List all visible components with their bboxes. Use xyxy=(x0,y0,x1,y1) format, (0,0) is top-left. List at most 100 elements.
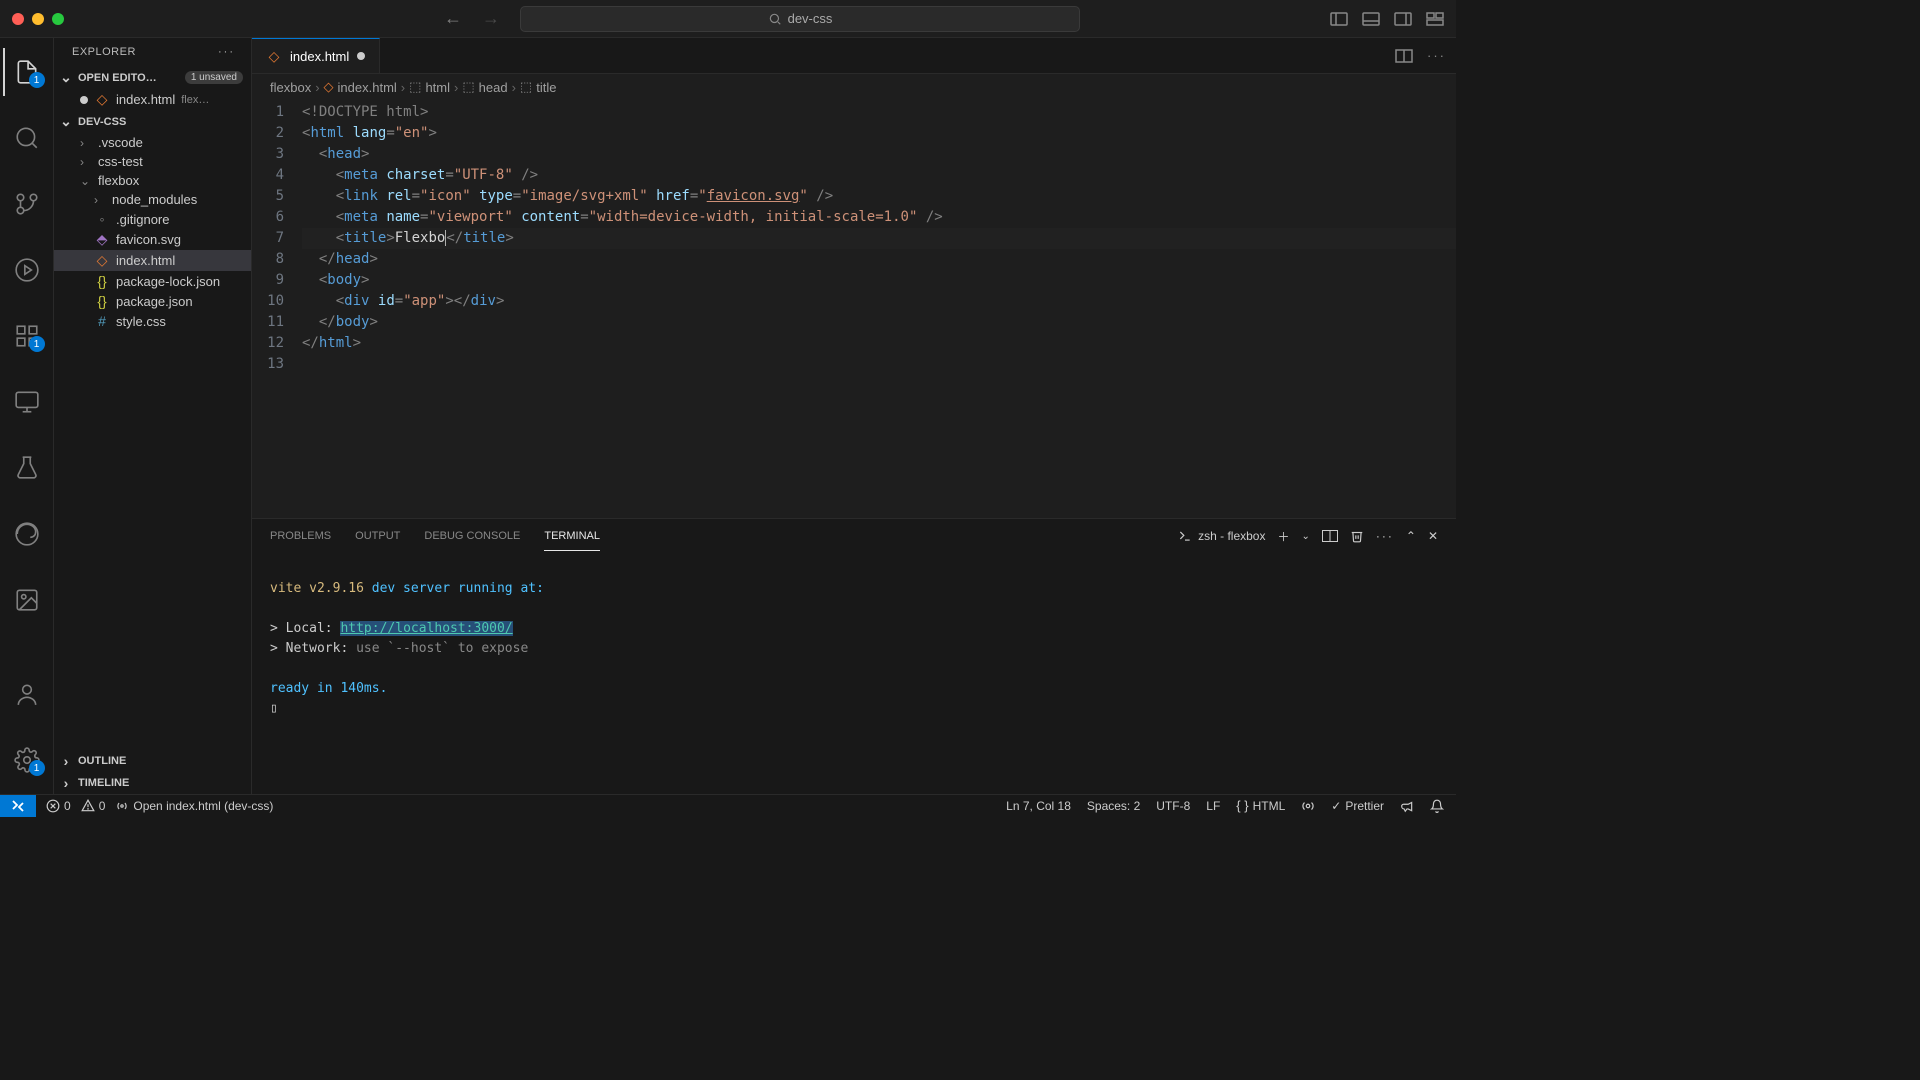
code-editor[interactable]: 12345678910111213 <!DOCTYPE html><html l… xyxy=(252,100,1456,518)
chevron-right-icon: › xyxy=(80,155,92,169)
window-controls xyxy=(12,13,64,25)
bottom-panel: PROBLEMS OUTPUT DEBUG CONSOLE TERMINAL zsh … xyxy=(252,518,1456,794)
panel-tab-problems[interactable]: PROBLEMS xyxy=(270,522,331,550)
status-eol[interactable]: LF xyxy=(1206,799,1220,813)
chevron-right-icon: › xyxy=(58,775,74,791)
file-item[interactable]: ⬘ favicon.svg xyxy=(54,229,251,250)
command-center-search[interactable]: dev-css xyxy=(520,6,1080,32)
folder-item[interactable]: › .vscode xyxy=(54,133,251,152)
customize-layout-icon[interactable] xyxy=(1426,10,1444,28)
activity-gallery[interactable] xyxy=(3,576,51,624)
layout-primary-sidebar-icon[interactable] xyxy=(1330,10,1348,28)
activity-edge[interactable] xyxy=(3,510,51,558)
brackets-icon: { } xyxy=(1236,798,1248,813)
chevron-down-icon: ⌄ xyxy=(58,69,74,86)
activity-settings[interactable]: 1 xyxy=(3,736,51,784)
file-icon: ◇ xyxy=(94,252,110,269)
maximize-panel-button[interactable]: ⌃ xyxy=(1406,529,1416,543)
status-indentation[interactable]: Spaces: 2 xyxy=(1087,799,1140,813)
more-actions-button[interactable]: ··· xyxy=(1427,48,1446,63)
file-item[interactable]: {} package.json xyxy=(54,291,251,311)
layout-secondary-sidebar-icon[interactable] xyxy=(1394,10,1412,28)
kill-terminal-button[interactable] xyxy=(1350,529,1364,543)
layout-panel-icon[interactable] xyxy=(1362,10,1380,28)
terminal-output[interactable]: vite v2.9.16 dev server running at: > Lo… xyxy=(252,553,1456,794)
tag-icon: ⬚ xyxy=(520,79,532,95)
file-item[interactable]: {} package-lock.json xyxy=(54,271,251,291)
user-icon xyxy=(14,681,40,707)
folder-item[interactable]: › node_modules xyxy=(54,190,251,209)
split-terminal-button[interactable] xyxy=(1322,530,1338,542)
panel-tab-debug-console[interactable]: DEBUG CONSOLE xyxy=(424,522,520,550)
tag-icon: ⬚ xyxy=(409,79,421,95)
dirty-indicator-icon xyxy=(80,96,88,104)
file-item[interactable]: # style.css xyxy=(54,311,251,331)
open-editors-section[interactable]: ⌄ OPEN EDITO… 1 unsaved xyxy=(54,66,251,89)
activity-bar: 1 1 xyxy=(0,38,54,794)
explorer-sidebar: EXPLORER ··· ⌄ OPEN EDITO… 1 unsaved ◇ i… xyxy=(54,38,252,794)
timeline-section[interactable]: › TIMELINE xyxy=(54,772,251,794)
outline-section[interactable]: › OUTLINE xyxy=(54,750,251,772)
explorer-more-button[interactable]: ··· xyxy=(218,46,235,58)
html-file-icon: ◇ xyxy=(324,79,334,95)
terminal-icon xyxy=(1178,529,1192,543)
close-window-button[interactable] xyxy=(12,13,24,25)
chevron-down-icon: ⌄ xyxy=(58,113,74,130)
panel-tab-terminal[interactable]: TERMINAL xyxy=(544,522,600,551)
file-item[interactable]: ◇ index.html xyxy=(54,250,251,271)
file-icon: {} xyxy=(94,293,110,309)
search-icon xyxy=(14,125,40,151)
chevron-right-icon: › xyxy=(58,753,74,769)
folder-item[interactable]: › css-test xyxy=(54,152,251,171)
folder-item[interactable]: ⌄ flexbox xyxy=(54,171,251,190)
explorer-title: EXPLORER xyxy=(72,46,136,58)
chevron-down-icon: ⌄ xyxy=(80,174,92,188)
live-icon xyxy=(1301,799,1315,813)
branch-icon xyxy=(14,191,40,217)
status-language[interactable]: { } HTML xyxy=(1236,798,1285,813)
minimize-window-button[interactable] xyxy=(32,13,44,25)
activity-search[interactable] xyxy=(3,114,51,162)
terminal-shell-label[interactable]: zsh - flexbox xyxy=(1178,529,1265,543)
panel-tab-output[interactable]: OUTPUT xyxy=(355,522,400,550)
image-icon xyxy=(14,587,40,613)
activity-debug[interactable] xyxy=(3,246,51,294)
activity-explorer[interactable]: 1 xyxy=(3,48,51,96)
file-item[interactable]: ◦ .gitignore xyxy=(54,209,251,229)
tab-index-html[interactable]: ◇ index.html xyxy=(252,38,380,73)
status-prettier[interactable]: ✓ Prettier xyxy=(1331,799,1384,813)
dirty-indicator-icon xyxy=(357,52,365,60)
bell-icon xyxy=(1430,799,1444,813)
nav-forward-button[interactable]: → xyxy=(482,8,500,29)
activity-testing[interactable] xyxy=(3,444,51,492)
debug-icon xyxy=(14,257,40,283)
close-panel-button[interactable]: ✕ xyxy=(1428,529,1438,543)
remote-button[interactable] xyxy=(0,795,36,817)
split-editor-button[interactable] xyxy=(1395,49,1413,63)
extensions-badge: 1 xyxy=(29,336,45,352)
workspace-section[interactable]: ⌄ DEV-CSS xyxy=(54,110,251,133)
status-warnings[interactable]: 0 xyxy=(81,799,106,813)
nav-back-button[interactable]: ← xyxy=(444,8,462,29)
html-file-icon: ◇ xyxy=(266,48,282,65)
status-encoding[interactable]: UTF-8 xyxy=(1156,799,1190,813)
activity-extensions[interactable]: 1 xyxy=(3,312,51,360)
activity-accounts[interactable] xyxy=(3,670,51,718)
panel-more-button[interactable]: ··· xyxy=(1376,529,1394,543)
status-feedback[interactable] xyxy=(1400,799,1414,813)
status-cursor[interactable]: Ln 7, Col 18 xyxy=(1006,799,1071,813)
breadcrumb[interactable]: flexbox › ◇ index.html › ⬚ html › ⬚ head… xyxy=(252,74,1456,100)
open-editor-item[interactable]: ◇ index.html flex… xyxy=(54,89,251,110)
status-errors[interactable]: 0 xyxy=(46,799,71,813)
file-icon: ⬘ xyxy=(94,231,110,248)
chevron-right-icon: › xyxy=(94,193,106,207)
status-task[interactable]: Open index.html (dev-css) xyxy=(115,799,273,813)
status-bell[interactable] xyxy=(1430,799,1444,813)
new-terminal-button[interactable]: ＋ xyxy=(1277,528,1289,545)
status-live-share[interactable] xyxy=(1301,799,1315,813)
file-icon: ◦ xyxy=(94,211,110,227)
maximize-window-button[interactable] xyxy=(52,13,64,25)
split-terminal-dropdown[interactable]: ⌄ xyxy=(1301,531,1309,542)
activity-remote[interactable] xyxy=(3,378,51,426)
activity-source-control[interactable] xyxy=(3,180,51,228)
